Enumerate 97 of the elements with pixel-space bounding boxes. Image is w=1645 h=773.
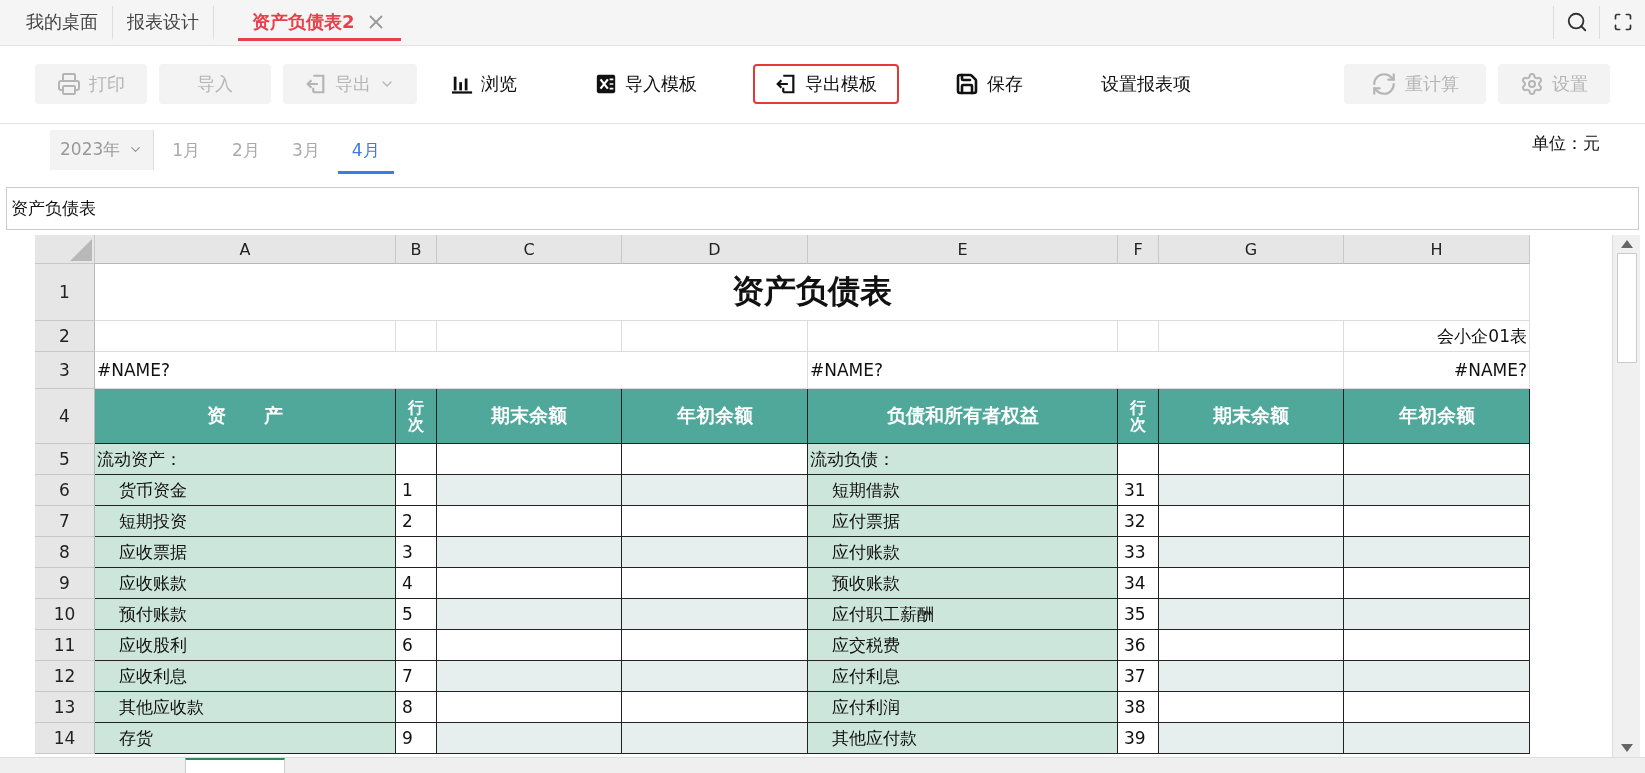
printer-icon [57,72,81,97]
table-cell: 流动资产： [95,444,396,476]
table-cell: 2 [396,506,437,538]
name-field[interactable]: 资产负债表 [6,187,1639,231]
row-header[interactable]: 14 [35,723,95,755]
table-cell: 4 [396,568,437,600]
table-cell [396,444,437,476]
row-header[interactable]: 3 [35,352,95,390]
table-cell: 应付票据 [808,506,1118,538]
table-cell: 短期借款 [808,475,1118,507]
tab[interactable]: 报表设计 [113,6,214,41]
refresh-icon [1371,71,1397,98]
table-cell: 37 [1118,661,1159,693]
row-header[interactable]: 8 [35,537,95,569]
table-cell: 应付利润 [808,692,1118,724]
toolbar-button[interactable]: 导出模板 [753,64,899,105]
table-cell: 应交税费 [808,630,1118,662]
scroll-up-icon[interactable] [1619,239,1634,250]
table-header-cell: 期末余额 [437,389,622,445]
table-header-cell: 负债和所有者权益 [808,389,1118,445]
table-cell: 应付职工薪酬 [808,599,1118,631]
scrollbar-thumb[interactable] [1616,253,1637,364]
table-cell: 8 [396,692,437,724]
scroll-down-icon[interactable] [1619,743,1634,754]
sheet-title: 资产负债表 [95,264,1530,322]
row-header[interactable]: 11 [35,630,95,662]
table-cell: 7 [396,661,437,693]
table-cell: 会小企01表 [1344,321,1530,353]
table-cell: 其他应收款 [95,692,396,724]
search-icon[interactable] [1565,11,1588,34]
table-header-cell: 行次 [396,389,437,445]
column-header[interactable]: F [1118,235,1159,265]
table-cell: #NAME? [1344,352,1530,390]
exit-arrow-icon [775,73,797,96]
table-cell: 货币资金 [95,475,396,507]
tab[interactable]: 资产负债表2 [238,6,401,41]
row-header[interactable]: 10 [35,599,95,631]
table-cell: 短期投资 [95,506,396,538]
settings-icon [1520,72,1544,97]
table-cell: 3 [396,537,437,569]
table-header-cell: 行次 [1118,389,1159,445]
table-cell: 应收账款 [95,568,396,600]
row-header[interactable]: 13 [35,692,95,724]
column-header[interactable]: D [622,235,808,265]
table-cell: 33 [1118,537,1159,569]
table-header-cell: 期末余额 [1159,389,1344,445]
month-tab[interactable]: 4月 [337,129,394,174]
sheet-tab[interactable] [185,758,285,773]
table-header-cell: 年初余额 [622,389,808,445]
column-header[interactable]: B [396,235,437,265]
table-cell: 流动负债： [808,444,1118,476]
table-cell: 35 [1118,599,1159,631]
column-header[interactable]: E [808,235,1118,265]
row-header[interactable]: 5 [35,444,95,476]
table-cell: #NAME? [95,352,808,390]
column-header[interactable]: A [95,235,396,265]
table-cell: 31 [1118,475,1159,507]
tab[interactable]: 我的桌面 [12,6,113,41]
table-header-cell: 资 产 [95,389,396,445]
row-header[interactable]: 2 [35,321,95,353]
table-cell: 38 [1118,692,1159,724]
table-cell: 6 [396,630,437,662]
table-cell: 预收账款 [808,568,1118,600]
table-cell: 5 [396,599,437,631]
table-cell [1118,444,1159,476]
row-header[interactable]: 7 [35,506,95,538]
column-header[interactable]: C [437,235,622,265]
table-cell: 应收利息 [95,661,396,693]
table-cell: 存货 [95,723,396,755]
table-cell: 36 [1118,630,1159,662]
column-header[interactable]: G [1159,235,1344,265]
fullscreen-icon[interactable] [1612,12,1633,33]
unit-label: 单位：元 [1532,131,1600,155]
row-header[interactable]: 6 [35,475,95,507]
table-cell: 应收股利 [95,630,396,662]
table-cell: 应付账款 [808,537,1118,569]
column-header[interactable]: H [1344,235,1530,265]
row-header[interactable]: 9 [35,568,95,600]
exit-arrow-icon [305,73,327,96]
table-cell: 9 [396,723,437,755]
table-cell: 34 [1118,568,1159,600]
table-header-cell: 年初余额 [1344,389,1530,445]
table-cell: 应收票据 [95,537,396,569]
row-header[interactable]: 4 [35,389,95,445]
spreadsheet-icon [595,73,617,96]
vertical-scrollbar[interactable] [1612,235,1640,758]
row-header[interactable]: 12 [35,661,95,693]
table-cell: 39 [1118,723,1159,755]
table-cell: 预付账款 [95,599,396,631]
table-cell: 其他应付款 [808,723,1118,755]
table-cell: #NAME? [808,352,1344,390]
table-cell: 32 [1118,506,1159,538]
table-cell [396,321,437,353]
row-header[interactable]: 1 [35,264,95,322]
table-cell: 1 [396,475,437,507]
table-cell: 应付利息 [808,661,1118,693]
table-cell [1118,321,1159,353]
